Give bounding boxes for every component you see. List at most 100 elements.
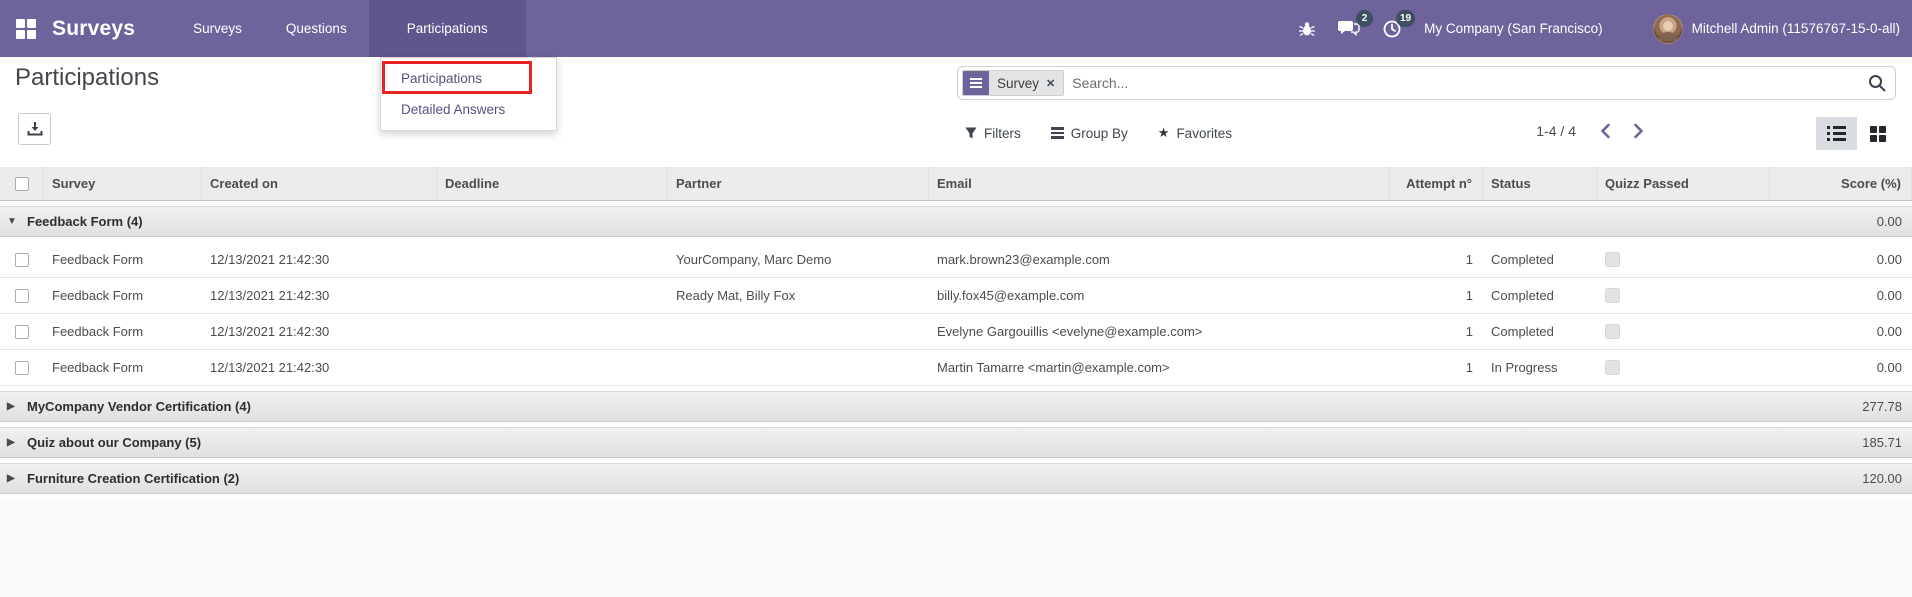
menu-item-surveys[interactable]: Surveys: [171, 0, 264, 57]
facet-list-icon: [963, 71, 989, 95]
activity-clock-icon[interactable]: 19: [1382, 9, 1416, 39]
filter-funnel-icon: [965, 127, 977, 139]
quizz-passed-checkbox: [1605, 360, 1620, 375]
cell-status: Completed: [1491, 252, 1554, 267]
list-view-button[interactable]: [1816, 117, 1857, 150]
cell-score: 0.00: [1876, 288, 1902, 303]
user-menu[interactable]: Mitchell Admin (11576767-15-0-all): [1652, 13, 1900, 44]
app-menu: Surveys Questions Participations: [171, 0, 526, 57]
caret-collapsed-icon: ▶: [7, 437, 15, 448]
group-row-furniture-creation-certification[interactable]: ▶ Furniture Creation Certification (2) 1…: [0, 463, 1912, 494]
cell-score: 0.00: [1876, 252, 1902, 267]
filters-button[interactable]: Filters: [957, 120, 1029, 147]
search-facet-survey: Survey ✕: [962, 70, 1065, 96]
row-checkbox[interactable]: [15, 288, 29, 303]
top-navbar: Surveys Surveys Questions Participations…: [0, 0, 1912, 57]
table-row[interactable]: Feedback Form 12/13/2021 21:42:30 Ready …: [0, 278, 1912, 314]
group-label: Furniture Creation Certification (2): [27, 471, 240, 486]
group-by-button[interactable]: Group By: [1043, 120, 1136, 147]
dropdown-item-detailed-answers[interactable]: Detailed Answers: [381, 94, 556, 125]
search-icon[interactable]: [1867, 73, 1887, 93]
cell-partner: Ready Mat, Billy Fox: [676, 288, 796, 303]
company-switcher[interactable]: My Company (San Francisco): [1424, 21, 1603, 36]
header-status[interactable]: Status: [1483, 167, 1597, 200]
group-label: Quiz about our Company (5): [27, 435, 202, 450]
page-title: Participations: [15, 64, 160, 91]
row-checkbox[interactable]: [15, 324, 29, 339]
pager-previous-icon[interactable]: [1592, 119, 1619, 143]
header-score[interactable]: Score (%): [1770, 167, 1912, 200]
header-partner[interactable]: Partner: [668, 167, 929, 200]
search-options-row: Filters Group By ★ Favorites: [957, 119, 1240, 147]
cell-email: mark.brown23@example.com: [937, 252, 1110, 267]
group-row-quiz-about-our-company[interactable]: ▶ Quiz about our Company (5) 185.71: [0, 427, 1912, 458]
cell-survey: Feedback Form: [52, 252, 144, 267]
messages-count-badge: 2: [1356, 10, 1374, 27]
cell-partner: YourCompany, Marc Demo: [676, 252, 832, 267]
activities-count-badge: 19: [1395, 9, 1416, 27]
favorites-star-icon: ★: [1157, 125, 1170, 140]
menu-item-participations[interactable]: Participations: [368, 0, 526, 57]
search-input[interactable]: [1072, 75, 1867, 91]
kanban-view-button[interactable]: [1857, 117, 1898, 150]
cell-status: In Progress: [1491, 360, 1558, 375]
cell-survey: Feedback Form: [52, 288, 144, 303]
quizz-passed-checkbox: [1605, 288, 1620, 303]
cell-attempt: 1: [1465, 288, 1473, 303]
row-checkbox[interactable]: [15, 360, 29, 375]
row-checkbox[interactable]: [15, 252, 29, 267]
table-row[interactable]: Feedback Form 12/13/2021 21:42:30 Martin…: [0, 350, 1912, 386]
cell-status: Completed: [1491, 288, 1554, 303]
app-brand[interactable]: Surveys: [52, 17, 135, 41]
menu-item-questions[interactable]: Questions: [264, 0, 369, 57]
group-label: MyCompany Vendor Certification (4): [27, 399, 251, 414]
debug-bug-icon[interactable]: [1298, 20, 1316, 38]
pager-range: 1-4 / 4: [1536, 123, 1576, 139]
view-switcher: [1816, 117, 1898, 150]
participations-list: Survey Created on Deadline Partner Email…: [0, 167, 1912, 499]
cell-attempt: 1: [1465, 360, 1473, 375]
pager-next-icon[interactable]: [1625, 119, 1652, 143]
cell-survey: Feedback Form: [52, 360, 144, 375]
cell-email: Martin Tamarre <martin@example.com>: [937, 360, 1170, 375]
header-attempt[interactable]: Attempt n°: [1390, 167, 1483, 200]
group-row-feedback-form[interactable]: ▼ Feedback Form (4) 0.00: [0, 206, 1912, 237]
group-by-icon: [1050, 127, 1064, 139]
header-email[interactable]: Email: [929, 167, 1390, 200]
header-deadline[interactable]: Deadline: [437, 167, 668, 200]
apps-menu-icon[interactable]: [16, 18, 36, 39]
cell-survey: Feedback Form: [52, 324, 144, 339]
table-row[interactable]: Feedback Form 12/13/2021 21:42:30 YourCo…: [0, 242, 1912, 278]
group-score: 120.00: [1862, 471, 1902, 486]
group-score: 0.00: [1876, 214, 1902, 229]
cell-status: Completed: [1491, 324, 1554, 339]
table-row[interactable]: Feedback Form 12/13/2021 21:42:30 Evelyn…: [0, 314, 1912, 350]
caret-collapsed-icon: ▶: [7, 473, 15, 484]
select-all-checkbox[interactable]: [14, 176, 29, 191]
header-quizz-passed[interactable]: Quizz Passed: [1597, 167, 1770, 200]
empty-content-area: [0, 497, 1912, 597]
cell-created-on: 12/13/2021 21:42:30: [210, 324, 330, 339]
user-name: Mitchell Admin (11576767-15-0-all): [1691, 21, 1900, 36]
quizz-passed-checkbox: [1605, 324, 1620, 339]
list-view-icon: [1827, 126, 1846, 141]
kanban-view-icon: [1869, 125, 1886, 142]
participations-dropdown-menu: Participations Detailed Answers: [380, 57, 557, 131]
search-bar[interactable]: Survey ✕: [957, 66, 1896, 100]
cell-created-on: 12/13/2021 21:42:30: [210, 288, 330, 303]
header-created-on[interactable]: Created on: [202, 167, 437, 200]
messages-icon[interactable]: 2: [1338, 10, 1374, 38]
export-download-icon: [27, 121, 43, 137]
export-button[interactable]: [18, 113, 51, 145]
cell-created-on: 12/13/2021 21:42:30: [210, 360, 330, 375]
favorites-button[interactable]: ★ Favorites: [1150, 119, 1240, 147]
caret-collapsed-icon: ▶: [7, 401, 15, 412]
cell-attempt: 1: [1465, 252, 1473, 267]
header-survey[interactable]: Survey: [44, 167, 202, 200]
group-score: 277.78: [1862, 399, 1902, 414]
caret-expanded-icon: ▼: [7, 216, 17, 227]
group-row-mycompany-vendor-certification[interactable]: ▶ MyCompany Vendor Certification (4) 277…: [0, 391, 1912, 422]
dropdown-item-participations[interactable]: Participations: [381, 63, 556, 94]
pager: 1-4 / 4: [1536, 119, 1652, 143]
facet-remove-icon[interactable]: ✕: [1046, 77, 1055, 90]
